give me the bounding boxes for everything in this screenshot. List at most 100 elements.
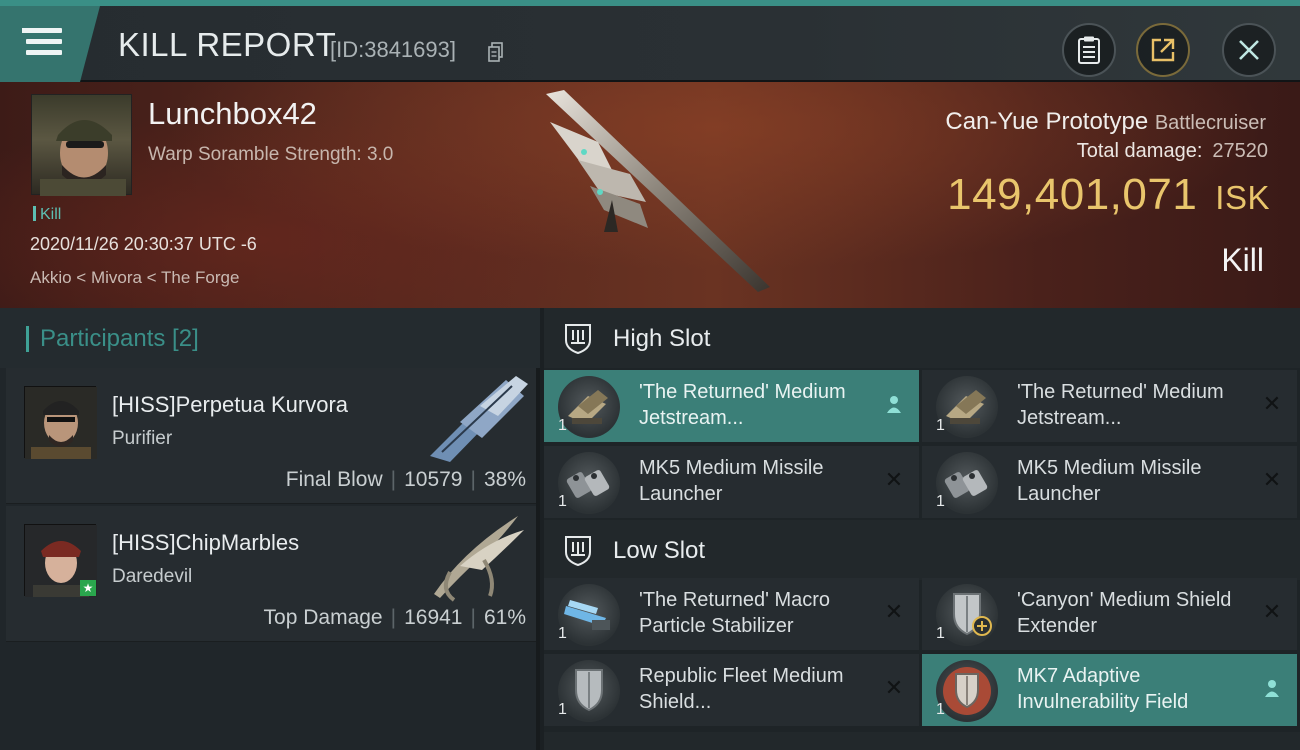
invulnerability-field-icon (936, 660, 998, 722)
participant-ship: Daredevil (112, 566, 193, 587)
avatar (40, 120, 126, 196)
high-slot-icon (565, 324, 591, 354)
participant-role: Top Damage (263, 606, 383, 629)
particle-stabilizer-icon (558, 584, 620, 646)
module-item[interactable]: 1 'The Returned' Medium Jetstream... (544, 370, 919, 442)
kill-location[interactable]: Akkio < Mivora < The Forge (30, 268, 239, 288)
participant-percent: 61% (483, 606, 526, 629)
high-slot-label: High Slot (613, 325, 711, 352)
close-icon (1239, 40, 1259, 60)
module-name: MK7 Adaptive Invulnerability Field (1017, 665, 1189, 713)
missile-launcher-icon (558, 452, 620, 514)
participant-damage: 16941 (404, 606, 463, 629)
module-item[interactable]: 1 MK5 Medium Missile Launcher ✕ (922, 446, 1297, 518)
module-name: 'The Returned' Medium Jetstream... (639, 381, 846, 429)
module-item[interactable]: 1 Republic Fleet Medium Shield... ✕ (544, 654, 919, 726)
isk-unit: ISK (1215, 179, 1270, 216)
divider: | (470, 468, 476, 491)
module-name: MK5 Medium Missile Launcher (1017, 457, 1202, 505)
victim-portrait[interactable] (31, 94, 132, 196)
header-accent (26, 326, 29, 352)
total-damage-value: 27520 (1212, 140, 1268, 162)
module-item[interactable]: 1 MK7 Adaptive Invulnerability Field (922, 654, 1297, 726)
module-item[interactable]: 1 'The Returned' Macro Particle Stabiliz… (544, 578, 919, 650)
participant-portrait (25, 387, 97, 459)
high-slot-header: High Slot (544, 308, 1300, 368)
participant-name: [HISS]ChipMarbles (112, 530, 300, 555)
menu-button[interactable] (0, 6, 100, 82)
kill-tag: Kill (33, 206, 61, 224)
participant-role: Final Blow (285, 468, 383, 491)
module-quantity: 1 (558, 417, 567, 434)
share-button[interactable] (1136, 23, 1190, 77)
victim-ship-image (546, 90, 770, 292)
participant-ship-image (430, 376, 528, 462)
close-button[interactable] (1222, 23, 1276, 77)
divider: | (390, 606, 397, 629)
victim-ship[interactable]: Can-Yue Prototype Battlecruiser (945, 108, 1266, 136)
module-item[interactable]: 1 'The Returned' Medium Jetstream... ✕ (922, 370, 1297, 442)
module-quantity: 1 (936, 701, 945, 718)
module-name: 'The Returned' Macro Particle Stabilizer (639, 589, 831, 637)
jetstream-module-icon (936, 376, 998, 438)
missile-launcher-icon (936, 452, 998, 514)
share-icon (1151, 38, 1175, 62)
destroyed-icon: ✕ (884, 468, 904, 493)
divider: | (390, 468, 397, 491)
module-quantity: 1 (558, 701, 567, 718)
victim-banner: Lunchbox42 Warp Soramble Strength: 3.0 K… (0, 82, 1300, 308)
warp-scramble-strength: Warp Soramble Strength: 3.0 (148, 144, 394, 165)
participants-title: Participants [2] (40, 325, 199, 352)
module-quantity: 1 (936, 625, 945, 642)
clipboard-icon (1078, 36, 1100, 64)
isk-amount: 149,401,071 (947, 170, 1198, 219)
participant-stats: Top Damage | 16941 | 61% (264, 606, 526, 630)
menu-icon-bar (26, 50, 62, 55)
participants-header: Participants [2] (0, 308, 540, 368)
mid-slot-header-partial (544, 732, 1300, 750)
kill-datetime: 2020/11/26 20:30:37 UTC -6 (30, 234, 257, 254)
isk-value: 149,401,071 ISK (947, 170, 1270, 220)
destroyed-icon: ✕ (1262, 392, 1282, 417)
clipboard-button[interactable] (1062, 23, 1116, 77)
module-item[interactable]: 1 'Canyon' Medium Shield Extender ✕ (922, 578, 1297, 650)
pilot-icon (1261, 678, 1283, 700)
participant-row[interactable]: [HISS]Perpetua Kurvora Purifier Final Bl… (6, 368, 536, 504)
ship-name: Can-Yue Prototype (945, 108, 1149, 135)
module-name: Republic Fleet Medium Shield... (639, 665, 844, 713)
menu-icon-bar (26, 39, 62, 44)
low-slot-icon (565, 536, 591, 566)
ship-class: Battlecruiser (1154, 112, 1266, 134)
module-name: 'Canyon' Medium Shield Extender (1017, 589, 1232, 637)
participant-percent: 38% (483, 468, 526, 491)
kill-result: Kill (1221, 242, 1264, 278)
title-bar: KILL REPORT [ID:3841693] (0, 0, 1300, 82)
participant-row[interactable]: ★ [HISS]ChipMarbles Daredevil Top Damage… (6, 506, 536, 642)
participant-damage: 10579 (404, 468, 463, 491)
fitting-panel: High Slot 1 'The Returned' Medium Jetstr… (544, 308, 1300, 750)
jetstream-module-icon (558, 376, 620, 438)
star-icon: ★ (80, 580, 96, 596)
low-slot-label: Low Slot (613, 537, 706, 564)
module-quantity: 1 (558, 493, 567, 510)
participant-name: [HISS]Perpetua Kurvora (112, 392, 349, 417)
low-slot-header: Low Slot (544, 520, 1300, 580)
total-damage-label: Total damage: (1076, 140, 1203, 162)
destroyed-icon: ✕ (884, 676, 904, 701)
module-name: 'The Returned' Medium Jetstream... (1017, 381, 1224, 429)
page-title: KILL REPORT (118, 26, 337, 63)
menu-icon (26, 28, 62, 33)
destroyed-icon: ✕ (1262, 600, 1282, 625)
avatar[interactable] (24, 386, 97, 459)
copy-icon[interactable] (488, 42, 504, 62)
destroyed-icon: ✕ (884, 600, 904, 625)
pilot-icon (883, 394, 905, 416)
module-quantity: 1 (936, 493, 945, 510)
divider: | (470, 606, 476, 629)
victim-name[interactable]: Lunchbox42 (148, 96, 317, 132)
module-item[interactable]: 1 MK5 Medium Missile Launcher ✕ (544, 446, 919, 518)
shield-module-icon (558, 660, 620, 722)
participant-stats: Final Blow | 10579 | 38% (286, 468, 526, 492)
module-quantity: 1 (936, 417, 945, 434)
module-name: MK5 Medium Missile Launcher (639, 457, 824, 505)
